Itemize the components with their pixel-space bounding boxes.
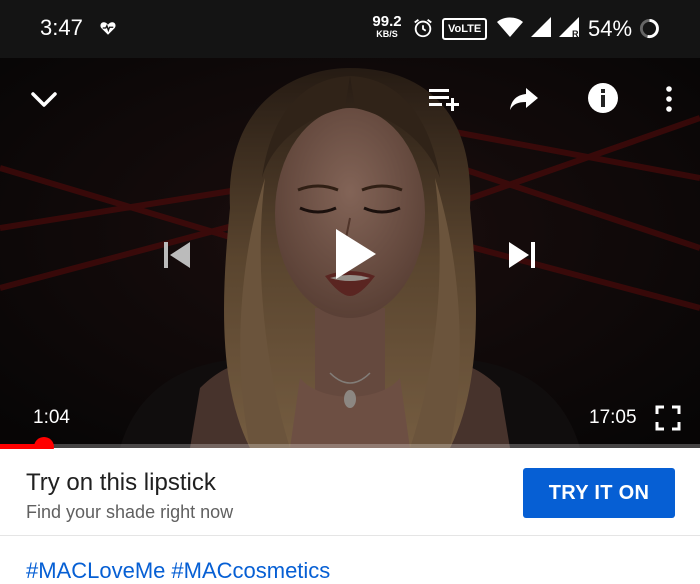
ad-subtitle: Find your shade right now (26, 502, 234, 522)
play-icon[interactable] (330, 226, 380, 282)
try-it-on-button[interactable]: TRY IT ON (523, 468, 675, 518)
volte-icon: VoLTE (442, 18, 488, 40)
chevron-down-icon[interactable] (28, 83, 60, 115)
divider (0, 535, 700, 536)
current-time: 1:04 (33, 407, 70, 428)
signal-icon (531, 17, 551, 37)
ad-title: Try on this lipstick (26, 469, 216, 496)
wifi-icon (497, 17, 523, 37)
battery-percent: 54% (588, 16, 633, 41)
duration: 17:05 (589, 407, 637, 428)
heart-pulse-icon (100, 22, 116, 35)
hashtag-link[interactable]: #MACcosmetics (171, 558, 330, 583)
network-speed-value: 99.2 (372, 13, 402, 30)
info-icon[interactable] (586, 81, 620, 115)
battery-ring-icon (639, 18, 660, 39)
add-to-queue-icon[interactable] (427, 85, 461, 113)
hashtag-link[interactable]: #MACLoveMe (26, 558, 165, 583)
skip-next-icon[interactable] (505, 238, 539, 272)
network-speed: 99.2 KB/S (370, 14, 404, 39)
ad-card: Try on this lipstick Find your shade rig… (0, 449, 700, 535)
fullscreen-icon[interactable] (655, 405, 681, 431)
skip-previous-icon[interactable] (160, 238, 194, 272)
more-vert-icon[interactable] (660, 84, 678, 114)
network-speed-unit: KB/S (376, 29, 398, 39)
alarm-icon (414, 19, 432, 38)
video-player[interactable]: 1:04 17:05 (0, 58, 700, 448)
svg-text:R: R (572, 29, 579, 39)
signal-roaming-icon: R (559, 17, 579, 39)
share-icon[interactable] (508, 85, 540, 113)
status-bar: 3:47 99.2 KB/S VoLTE R 54% (0, 0, 700, 58)
status-time: 3:47 (40, 15, 83, 40)
hashtag-row: #MACLoveMe #MACcosmetics (26, 558, 336, 584)
